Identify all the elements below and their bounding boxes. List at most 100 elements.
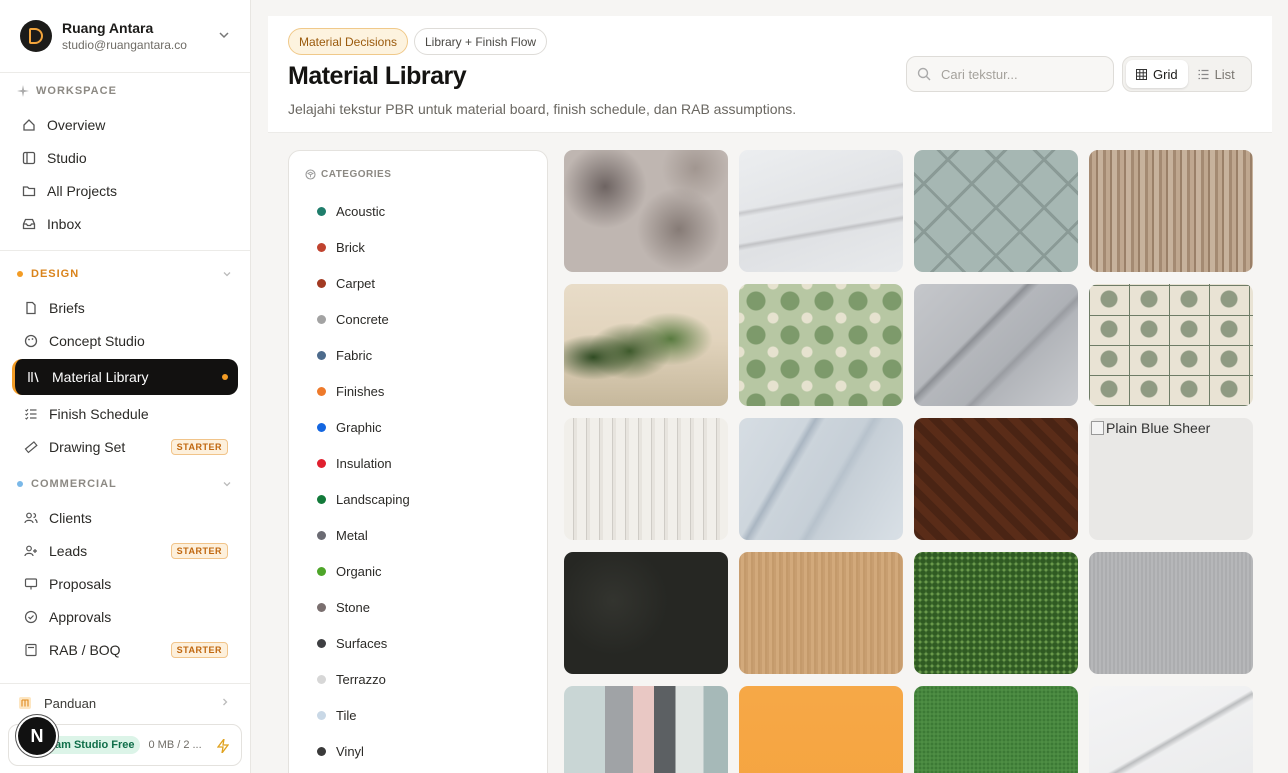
category-color-dot	[317, 278, 326, 288]
chip-material-decisions[interactable]: Material Decisions	[288, 28, 409, 55]
nav-rab-boq[interactable]: RAB / BOQ STARTER	[0, 633, 250, 666]
category-color-dot	[317, 638, 326, 648]
nav-label: Approvals	[49, 608, 112, 625]
guide-label: Panduan	[44, 695, 97, 711]
nav-label: Finish Schedule	[49, 405, 149, 422]
nav-label: All Projects	[47, 182, 118, 199]
chevron-down-icon[interactable]	[222, 269, 232, 279]
view-list-label: List	[1214, 66, 1235, 82]
material-tile-geometric-graphic-pattern[interactable]	[564, 686, 728, 773]
nav-leads[interactable]: Leads STARTER	[0, 534, 250, 567]
material-tile-artificial-grass[interactable]	[914, 552, 1078, 674]
inbox-icon	[22, 217, 36, 231]
material-tile-green-moroccan-tile[interactable]	[739, 284, 903, 406]
nav-clients[interactable]: Clients	[0, 501, 250, 534]
material-tile-calacatta-marble[interactable]	[1089, 686, 1253, 773]
material-tile-dark-parquet-wood[interactable]	[914, 418, 1078, 540]
nav-label: Studio	[47, 149, 87, 166]
material-tile-orange-surface[interactable]	[739, 686, 903, 773]
material-tile-sage-herringbone-tile[interactable]	[914, 150, 1078, 272]
category-insulation[interactable]: Insulation	[317, 445, 410, 481]
category-color-dot	[317, 242, 326, 252]
material-tile-grey-veined-marble[interactable]	[914, 284, 1078, 406]
view-list-button[interactable]: List	[1188, 60, 1245, 88]
material-tile-black-stone-texture[interactable]	[564, 552, 728, 674]
nav-label: Briefs	[49, 299, 85, 316]
alt-text: Plain Blue Sheer	[1106, 420, 1211, 436]
category-color-dot	[317, 386, 326, 396]
category-label: Surfaces	[336, 635, 388, 651]
chevron-down-icon[interactable]	[222, 479, 232, 489]
category-carpet[interactable]: Carpet	[317, 265, 410, 301]
chip-library-finish-flow[interactable]: Library + Finish Flow	[414, 28, 548, 55]
category-vinyl[interactable]: Vinyl	[317, 733, 410, 769]
material-tile-brushed-aluminium[interactable]	[1089, 552, 1253, 674]
nav-finish-schedule[interactable]: Finish Schedule	[0, 397, 250, 430]
list-icon	[1198, 69, 1209, 79]
category-label: Vinyl	[336, 743, 364, 759]
checklist-icon	[24, 407, 38, 421]
studio-logo	[20, 20, 52, 52]
material-tile-plain-blue-sheer[interactable]: Plain Blue Sheer	[1089, 418, 1253, 540]
section-commercial[interactable]: COMMERCIAL	[0, 467, 250, 501]
nav-proposals[interactable]: Proposals	[0, 567, 250, 600]
nav-label: RAB / BOQ	[49, 641, 121, 658]
nav-label: Material Library	[52, 369, 149, 385]
section-design[interactable]: DESIGN	[0, 257, 250, 291]
nav-drawing-set[interactable]: Drawing Set STARTER	[0, 430, 250, 463]
section-dot	[17, 481, 23, 487]
nav-material-library[interactable]: Material Library	[12, 359, 238, 395]
nav-label: Concept Studio	[49, 332, 145, 349]
material-tile-blue-grey-marble[interactable]	[739, 418, 903, 540]
broken-image-alt: Plain Blue Sheer	[1091, 420, 1210, 436]
box-icon	[305, 169, 316, 180]
chevron-right-icon	[223, 698, 228, 706]
category-brick[interactable]: Brick	[317, 229, 410, 265]
category-organic[interactable]: Organic	[317, 553, 410, 589]
nav-approvals[interactable]: Approvals	[0, 600, 250, 633]
material-tile-white-marble-texture[interactable]	[739, 150, 903, 272]
active-indicator	[222, 374, 228, 380]
category-label: Graphic	[336, 419, 382, 435]
nav-label: Clients	[49, 509, 92, 526]
view-grid-button[interactable]: Grid	[1126, 60, 1188, 88]
category-stone[interactable]: Stone	[317, 589, 410, 625]
categories-panel: CATEGORIES Acoustic Brick Carpet Concrete Fa…	[288, 150, 548, 773]
nav-concept-studio[interactable]: Concept Studio	[0, 324, 250, 357]
account-switcher[interactable]: Ruang Antara studio@ruangantara.co	[0, 0, 250, 73]
category-tile[interactable]: Tile	[317, 697, 410, 733]
home-icon	[22, 118, 36, 132]
category-terrazzo[interactable]: Terrazzo	[317, 661, 410, 697]
material-tile-tropical-palm-mural[interactable]	[564, 284, 728, 406]
nav-studio[interactable]: Studio	[0, 141, 250, 174]
category-label: Organic	[336, 563, 382, 579]
nav-label: Inbox	[47, 215, 82, 232]
category-fabric[interactable]: Fabric	[317, 337, 410, 373]
category-finishes[interactable]: Finishes	[317, 373, 410, 409]
bolt-icon[interactable]	[217, 739, 229, 753]
material-tile-white-fluted-tile[interactable]	[564, 418, 728, 540]
category-acoustic[interactable]: Acoustic	[317, 193, 410, 229]
user-avatar[interactable]: N	[18, 717, 56, 755]
nav-briefs[interactable]: Briefs	[0, 291, 250, 324]
material-tile-light-oak-veneer[interactable]	[739, 552, 903, 674]
search-box[interactable]	[906, 56, 1114, 92]
category-graphic[interactable]: Graphic	[317, 409, 410, 445]
nav-overview[interactable]: Overview	[0, 108, 250, 141]
category-concrete[interactable]: Concrete	[317, 301, 410, 337]
chevron-down-icon[interactable]	[218, 29, 230, 41]
material-tile-weathered-wood-texture[interactable]	[1089, 150, 1253, 272]
material-tile-distressed-plaster-texture[interactable]	[564, 150, 728, 272]
nav-inbox[interactable]: Inbox	[0, 207, 250, 240]
category-color-dot	[317, 710, 326, 720]
section-dot	[17, 271, 23, 277]
material-tile-toile-pattern-wallpaper[interactable]	[1089, 284, 1253, 406]
category-landscaping[interactable]: Landscaping	[317, 481, 410, 517]
nav-all-projects[interactable]: All Projects	[0, 174, 250, 207]
material-tile-green-turf[interactable]	[914, 686, 1078, 773]
search-input[interactable]	[941, 66, 1091, 82]
category-surfaces[interactable]: Surfaces	[317, 625, 410, 661]
category-label: Terrazzo	[336, 671, 386, 687]
categories-heading: CATEGORIES	[305, 169, 391, 180]
category-metal[interactable]: Metal	[317, 517, 410, 553]
